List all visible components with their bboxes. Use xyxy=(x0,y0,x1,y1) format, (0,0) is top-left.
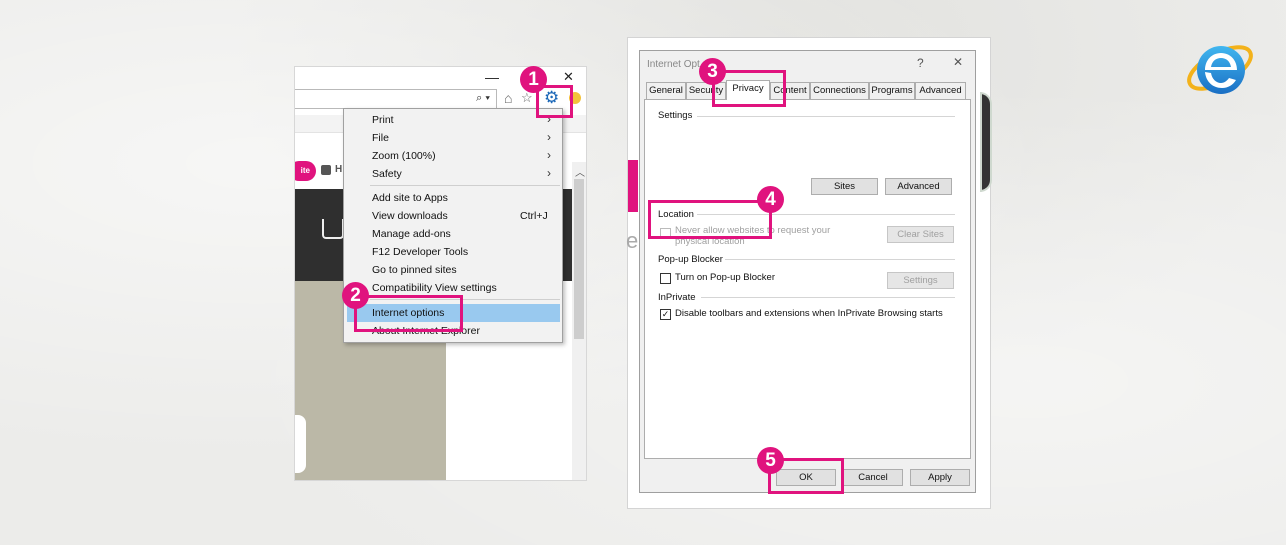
menu-item-pinned-sites[interactable]: Go to pinned sites xyxy=(344,261,562,279)
menu-item-label: Manage add-ons xyxy=(372,228,451,240)
menu-item-label: Compatibility View settings xyxy=(372,282,497,294)
popup-blocker-group-label: Pop-up Blocker xyxy=(658,254,723,265)
cart-icon[interactable] xyxy=(322,219,344,239)
page-hero-shape xyxy=(295,415,306,473)
popup-blocker-highlight xyxy=(648,200,772,239)
apply-button[interactable]: Apply xyxy=(910,469,970,486)
popup-blocker-checkbox-label: Turn on Pop-up Blocker xyxy=(675,272,775,283)
background-page-letter: e xyxy=(626,228,639,253)
settings-group-label: Settings xyxy=(658,110,693,121)
background-page-decoration xyxy=(980,92,992,192)
home-icon[interactable]: ⌂ xyxy=(504,90,512,106)
dialog-close-button[interactable]: ✕ xyxy=(953,55,963,69)
menu-item-view-downloads[interactable]: View downloads Ctrl+J xyxy=(344,207,562,225)
menu-item-label: File xyxy=(372,132,389,144)
menu-item-label: Safety xyxy=(372,168,402,180)
internet-explorer-logo xyxy=(1187,45,1253,94)
menu-item-label: Add site to Apps xyxy=(372,192,448,204)
group-divider xyxy=(725,259,955,260)
menu-item-label: Zoom (100%) xyxy=(372,150,436,162)
internet-options-dialog: Internet Opt ? ✕ General Security Privac… xyxy=(639,50,976,493)
inprivate-group-label: InPrivate xyxy=(658,292,696,303)
tab-general[interactable]: General xyxy=(646,82,686,99)
group-divider xyxy=(697,116,955,117)
menu-item-safety[interactable]: Safety › xyxy=(344,165,562,183)
tab-programs[interactable]: Programs xyxy=(869,82,915,99)
phone-icon xyxy=(321,165,331,175)
chevron-right-icon: › xyxy=(547,166,551,180)
menu-item-f12-tools[interactable]: F12 Developer Tools xyxy=(344,243,562,261)
clear-sites-button[interactable]: Clear Sites xyxy=(887,226,954,243)
scrollbar-thumb[interactable] xyxy=(574,179,584,339)
step-4-badge: 4 xyxy=(757,186,784,213)
chevron-right-icon: › xyxy=(547,148,551,162)
step-3-badge: 3 xyxy=(699,58,726,85)
page-promo-button[interactable]: ite xyxy=(295,161,316,181)
menu-item-manage-addons[interactable]: Manage add-ons xyxy=(344,225,562,243)
menu-item-label: View downloads xyxy=(372,210,448,222)
advanced-button[interactable]: Advanced xyxy=(885,178,952,195)
menu-item-label: Go to pinned sites xyxy=(372,264,457,276)
page-header-text: H xyxy=(335,164,343,175)
step-2-badge: 2 xyxy=(342,282,369,309)
search-icon[interactable]: ⌕ ▾ xyxy=(476,92,490,105)
inprivate-checkbox[interactable]: ✓ xyxy=(660,309,671,320)
inprivate-checkbox-label: Disable toolbars and extensions when InP… xyxy=(675,308,943,319)
tab-advanced[interactable]: Advanced xyxy=(915,82,966,99)
step-1-badge: 1 xyxy=(520,66,547,93)
menu-divider xyxy=(370,185,560,186)
dialog-title: Internet Opt xyxy=(647,59,700,70)
menu-item-print[interactable]: Print › xyxy=(344,111,562,129)
close-button[interactable]: ✕ xyxy=(563,69,574,85)
menu-item-add-site[interactable]: Add site to Apps xyxy=(344,189,562,207)
menu-item-zoom[interactable]: Zoom (100%) › xyxy=(344,147,562,165)
minimize-button[interactable]: — xyxy=(485,69,499,85)
privacy-tab-panel: Settings Sites Advanced Location Never a… xyxy=(644,99,971,459)
menu-item-label: F12 Developer Tools xyxy=(372,246,469,258)
menu-item-label: Print xyxy=(372,114,394,126)
popup-settings-button[interactable]: Settings xyxy=(887,272,954,289)
tab-privacy[interactable]: Privacy xyxy=(726,80,770,100)
chevron-right-icon: › xyxy=(547,130,551,144)
help-button[interactable]: ? xyxy=(917,56,924,70)
background-page-accent xyxy=(628,160,638,212)
step-5-badge: 5 xyxy=(757,447,784,474)
menu-item-shortcut: Ctrl+J xyxy=(520,210,548,222)
sites-button[interactable]: Sites xyxy=(811,178,878,195)
tab-connections[interactable]: Connections xyxy=(810,82,869,99)
cancel-button[interactable]: Cancel xyxy=(843,469,903,486)
address-bar[interactable]: ⌕ ▾ xyxy=(295,89,497,109)
scroll-up-icon[interactable]: ︿ xyxy=(575,164,585,179)
group-divider xyxy=(701,297,955,298)
menu-item-file[interactable]: File › xyxy=(344,129,562,147)
popup-blocker-checkbox[interactable] xyxy=(660,273,671,284)
internet-options-highlight xyxy=(354,295,463,332)
